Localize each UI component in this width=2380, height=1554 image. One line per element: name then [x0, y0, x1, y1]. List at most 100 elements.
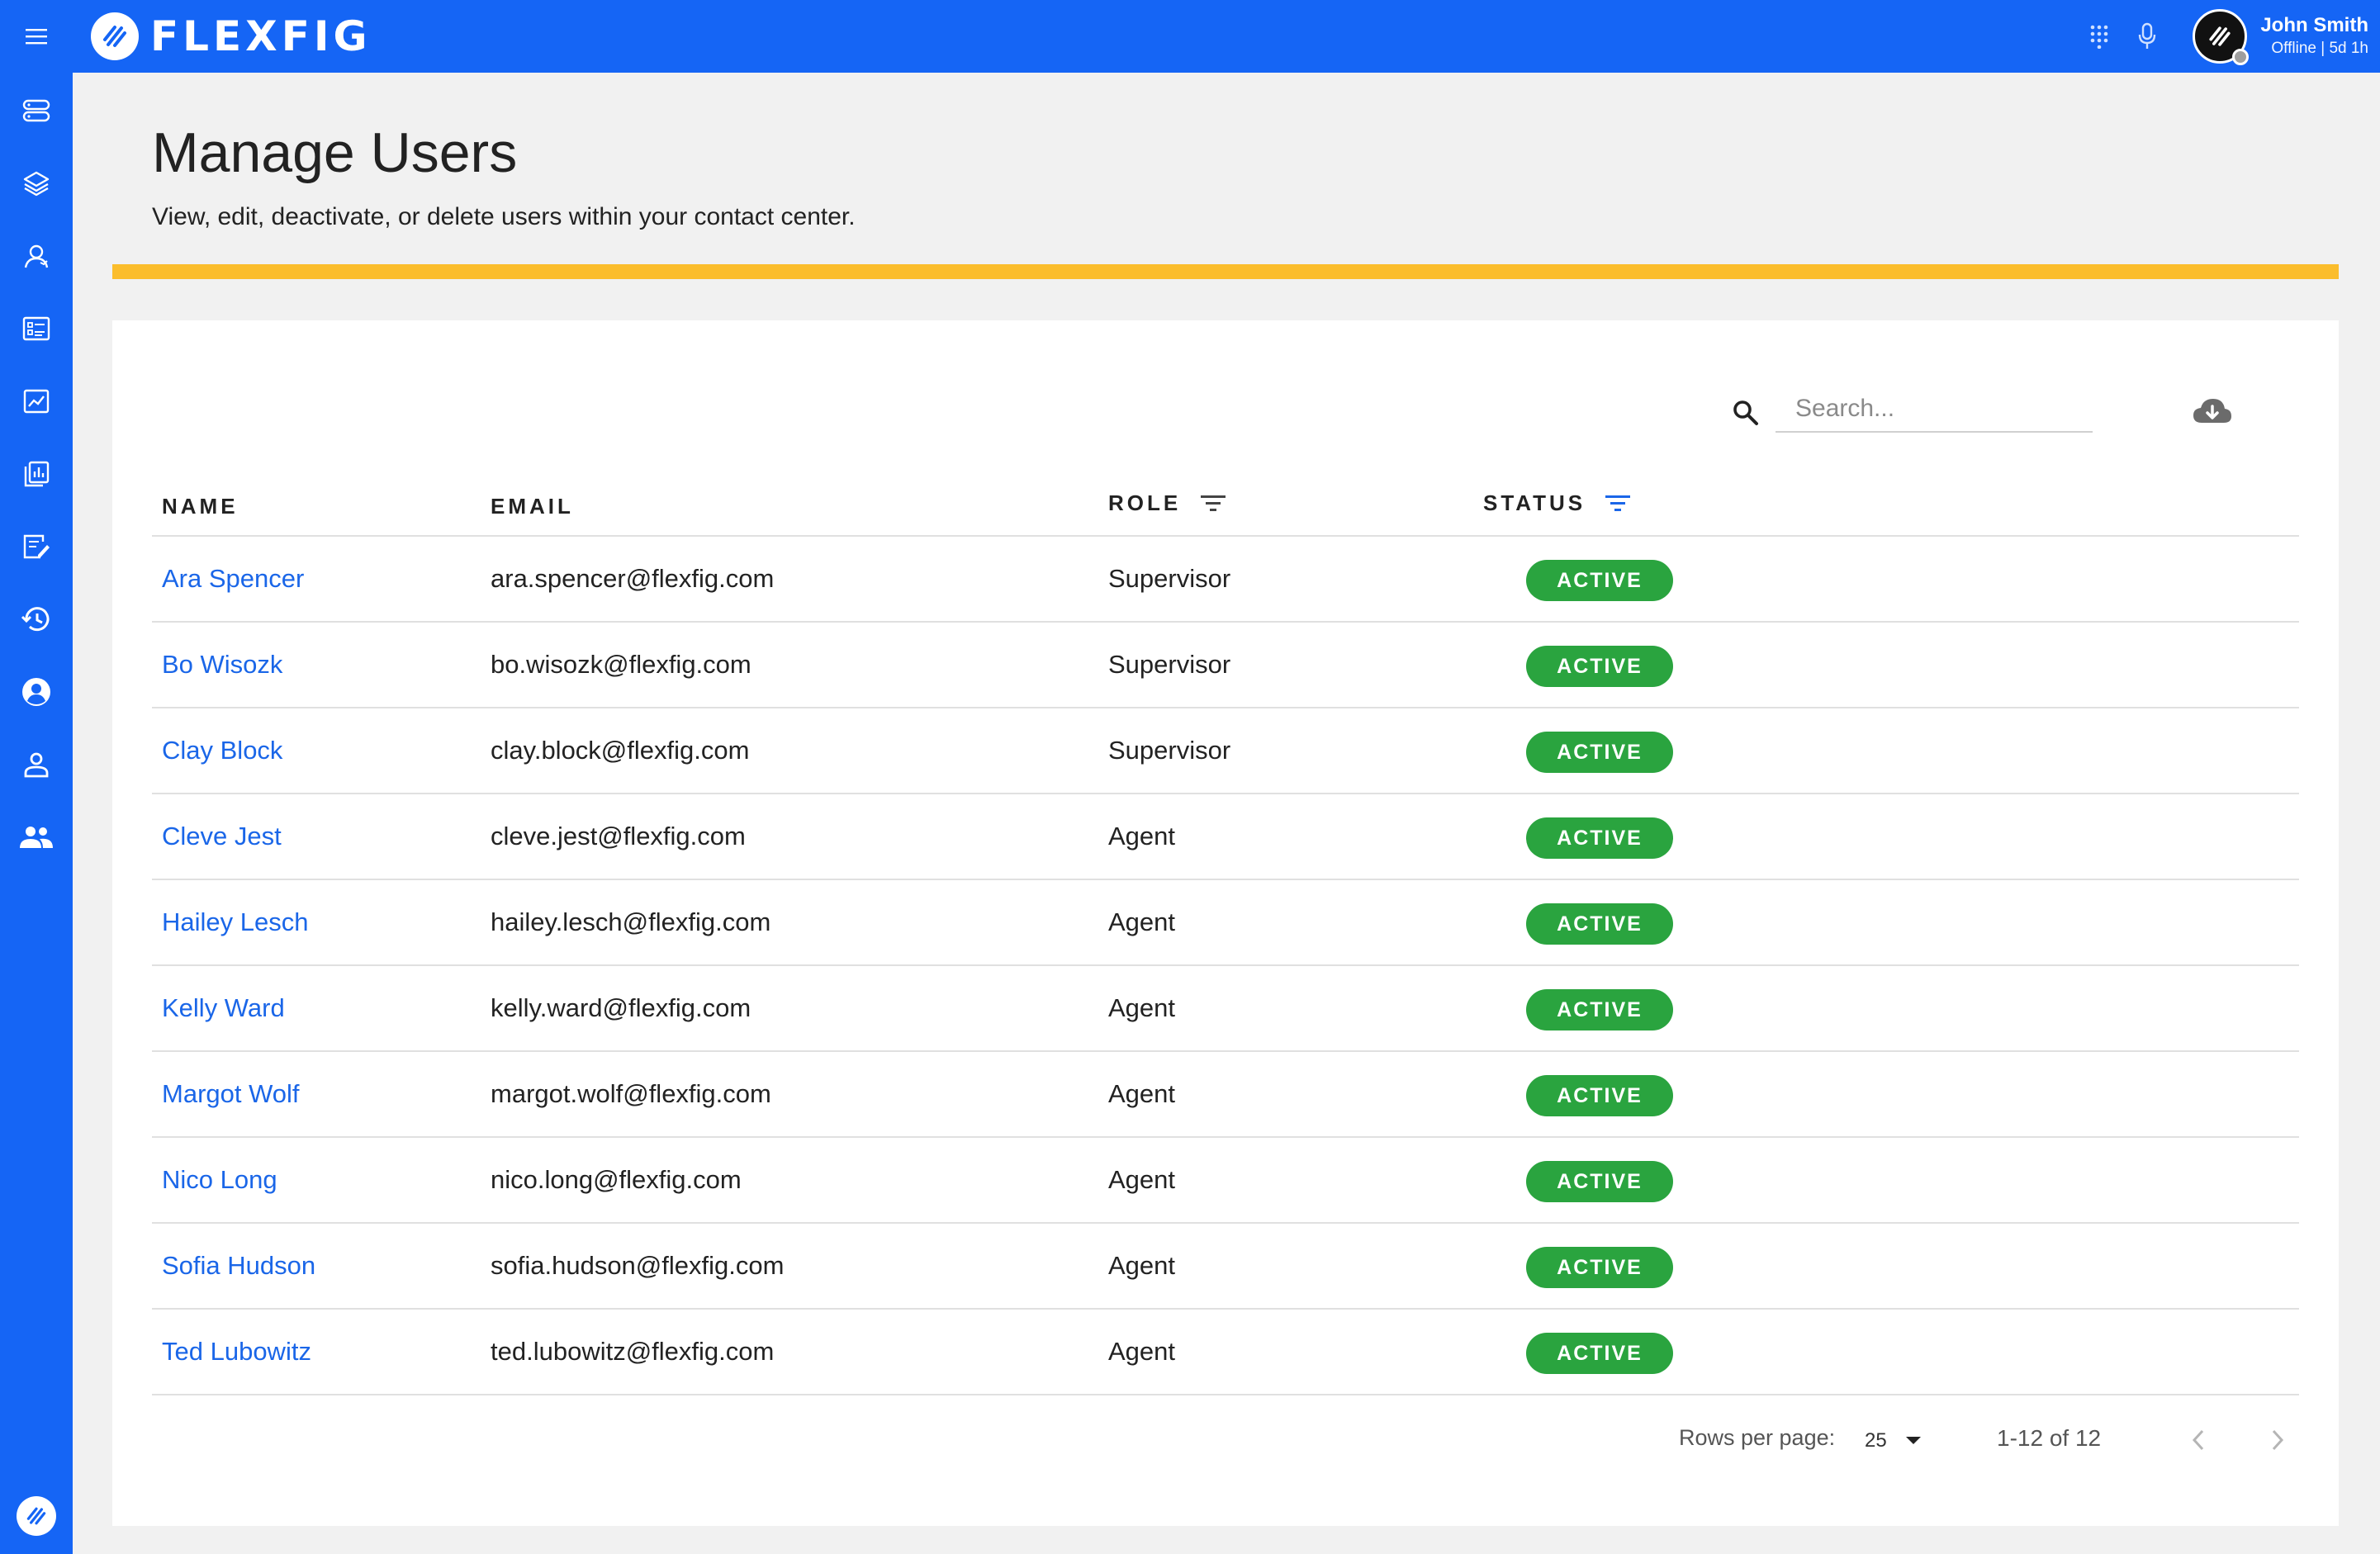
column-header-name[interactable]: NAME — [162, 472, 239, 540]
sidebar-item-servers[interactable] — [0, 81, 73, 140]
user-role: Agent — [1108, 907, 1176, 936]
table-header: NAME EMAIL ROLE STATUS — [152, 469, 2299, 537]
dropdown-arrow-icon — [1905, 1437, 1921, 1444]
table-row[interactable]: Ted Lubowitz ted.lubowitz@flexfig.com Ag… — [152, 1310, 2299, 1395]
column-header-status-label[interactable]: STATUS — [1483, 490, 1586, 516]
user-email: clay.block@flexfig.com — [491, 736, 750, 765]
analytics-icon — [23, 389, 50, 414]
user-role: Agent — [1108, 1165, 1176, 1194]
table-row[interactable]: Bo Wisozk bo.wisozk@flexfig.com Supervis… — [152, 623, 2299, 708]
table-row[interactable]: Nico Long nico.long@flexfig.com Agent AC… — [152, 1138, 2299, 1224]
table-row[interactable]: Ara Spencer ara.spencer@flexfig.com Supe… — [152, 537, 2299, 623]
rows-per-page-label: Rows per page: — [1679, 1425, 1836, 1450]
user-email: margot.wolf@flexfig.com — [491, 1079, 771, 1108]
sidebar-item-reports[interactable] — [0, 444, 73, 504]
user-name-link[interactable]: Sofia Hudson — [162, 1224, 315, 1308]
user-role: Agent — [1108, 1251, 1176, 1280]
sidebar-item-account[interactable] — [0, 662, 73, 722]
menu-icon[interactable] — [0, 0, 73, 73]
rows-per-page-select[interactable]: 25 — [1865, 1419, 1922, 1463]
user-avatar[interactable] — [2193, 9, 2250, 65]
user-name-link[interactable]: Bo Wisozk — [162, 623, 282, 707]
user-name-link[interactable]: Cleve Jest — [162, 794, 282, 879]
users-table: NAME EMAIL ROLE STATUS Ara Spencer ara.s… — [152, 469, 2299, 1395]
layers-icon — [23, 171, 50, 197]
presence-indicator — [2232, 49, 2250, 65]
column-header-role: ROLE — [1108, 469, 1226, 537]
table-row[interactable]: Sofia Hudson sofia.hudson@flexfig.com Ag… — [152, 1224, 2299, 1310]
sidebar-item-contacts[interactable] — [0, 226, 73, 286]
status-badge: ACTIVE — [1526, 903, 1673, 945]
sidebar-item-list[interactable] — [0, 299, 73, 358]
status-badge: ACTIVE — [1526, 560, 1673, 601]
sidebar-item-analytics[interactable] — [0, 372, 73, 431]
user-name-link[interactable]: Ted Lubowitz — [162, 1310, 311, 1394]
edit-note-icon — [23, 534, 50, 559]
status-badge: ACTIVE — [1526, 989, 1673, 1030]
servers-icon — [22, 99, 50, 122]
user-role: Agent — [1108, 1337, 1176, 1366]
table-row[interactable]: Kelly Ward kelly.ward@flexfig.com Agent … — [152, 966, 2299, 1052]
sidebar-item-person[interactable] — [0, 735, 73, 794]
chevron-right-icon — [2272, 1429, 2284, 1451]
page-title: Manage Users — [152, 121, 518, 184]
user-info[interactable]: John Smith Offline | 5d 1h — [2260, 13, 2368, 59]
column-header-status: STATUS — [1483, 469, 1631, 537]
user-status: Offline | 5d 1h — [2271, 40, 2368, 57]
user-name-link[interactable]: Margot Wolf — [162, 1052, 300, 1136]
table-row[interactable]: Cleve Jest cleve.jest@flexfig.com Agent … — [152, 794, 2299, 880]
dialpad-icon[interactable] — [2075, 12, 2123, 60]
flexfig-home-icon[interactable] — [17, 1496, 56, 1536]
table-row[interactable]: Hailey Lesch hailey.lesch@flexfig.com Ag… — [152, 880, 2299, 966]
top-bar: FLEXFIG John Smith Offline | 5d 1h — [0, 0, 2380, 73]
flexfig-logo-icon — [91, 12, 139, 60]
users-card: NAME EMAIL ROLE STATUS Ara Spencer ara.s… — [112, 320, 2339, 1526]
history-icon — [21, 607, 50, 632]
cloud-download-icon[interactable] — [2190, 390, 2235, 434]
list-detail-icon — [22, 316, 50, 341]
brand-logo[interactable]: FLEXFIG — [91, 12, 372, 60]
chevron-left-icon — [2192, 1429, 2204, 1451]
table-row[interactable]: Margot Wolf margot.wolf@flexfig.com Agen… — [152, 1052, 2299, 1138]
column-header-email[interactable]: EMAIL — [491, 472, 574, 540]
topbar-actions: John Smith Offline | 5d 1h — [2075, 0, 2380, 73]
user-name-link[interactable]: Nico Long — [162, 1138, 277, 1222]
contacts-icon — [24, 244, 49, 268]
column-header-role-label[interactable]: ROLE — [1108, 490, 1181, 516]
rows-per-page-value: 25 — [1865, 1429, 1887, 1452]
sidebar-item-history[interactable] — [0, 590, 73, 649]
user-name-link[interactable]: Hailey Lesch — [162, 880, 308, 964]
status-badge: ACTIVE — [1526, 646, 1673, 687]
search-input[interactable] — [1776, 386, 2093, 433]
sidebar — [0, 73, 73, 1554]
status-badge: ACTIVE — [1526, 732, 1673, 773]
sidebar-item-edit-notes[interactable] — [0, 517, 73, 576]
role-filter-icon[interactable] — [1201, 494, 1226, 512]
user-name-link[interactable]: Ara Spencer — [162, 537, 304, 621]
next-page-button[interactable] — [2254, 1417, 2301, 1463]
microphone-icon[interactable] — [2123, 12, 2171, 60]
search-icon — [1733, 400, 1758, 425]
sidebar-item-users[interactable] — [0, 808, 73, 867]
user-email: bo.wisozk@flexfig.com — [491, 650, 751, 679]
page-subtitle: View, edit, deactivate, or delete users … — [152, 203, 856, 230]
accent-divider — [112, 264, 2339, 279]
user-role: Agent — [1108, 822, 1176, 850]
pagination: Rows per page: 25 1-12 of 12 — [112, 1409, 2339, 1475]
previous-page-button[interactable] — [2175, 1417, 2221, 1463]
user-role: Agent — [1108, 993, 1176, 1022]
group-icon — [20, 827, 53, 848]
user-email: ted.lubowitz@flexfig.com — [491, 1337, 775, 1366]
user-name-link[interactable]: Kelly Ward — [162, 966, 285, 1050]
sidebar-item-layers[interactable] — [0, 154, 73, 213]
user-role: Supervisor — [1108, 564, 1231, 593]
table-row[interactable]: Clay Block clay.block@flexfig.com Superv… — [152, 708, 2299, 794]
person-icon — [24, 752, 49, 778]
user-name: John Smith — [2260, 14, 2368, 36]
user-email: hailey.lesch@flexfig.com — [491, 907, 771, 936]
user-role: Supervisor — [1108, 736, 1231, 765]
user-email: nico.long@flexfig.com — [491, 1165, 742, 1194]
status-filter-icon[interactable] — [1605, 494, 1631, 512]
user-name-link[interactable]: Clay Block — [162, 708, 282, 793]
user-email: kelly.ward@flexfig.com — [491, 993, 751, 1022]
